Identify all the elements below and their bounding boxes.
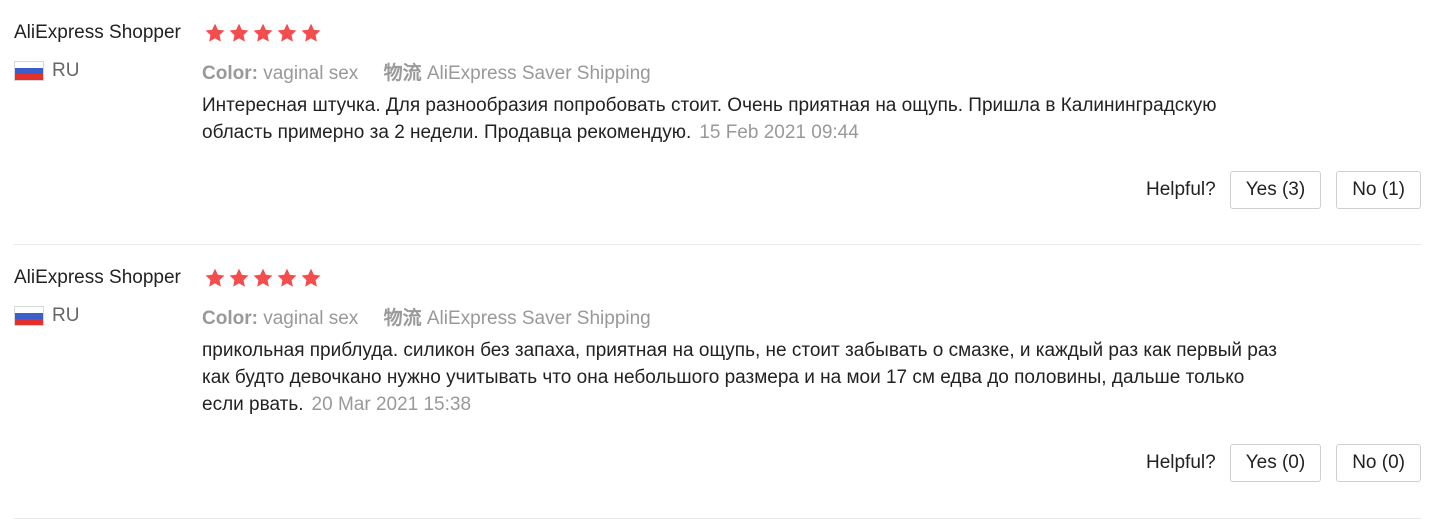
- star-icon: [227, 265, 251, 291]
- star-icon: [203, 20, 227, 46]
- star-icon: [275, 265, 299, 291]
- star-icon: [299, 265, 323, 291]
- color-value: vaginal sex: [263, 308, 359, 329]
- review-item: AliExpress Shopper RU Color: vaginal sex…: [0, 0, 1430, 245]
- star-icon: [251, 20, 275, 46]
- star-icon: [275, 20, 299, 46]
- shipping-label: 物流: [383, 63, 422, 84]
- review-content: прикольная приблуда. силикон без запаха,…: [202, 337, 1282, 418]
- review-date: 15 Feb 2021 09:44: [699, 122, 859, 143]
- star-icon: [299, 20, 323, 46]
- review-content: Интересная штучка. Для разнообразия попр…: [202, 92, 1282, 146]
- helpful-no-button[interactable]: No (1): [1336, 171, 1421, 209]
- shipping-value: AliExpress Saver Shipping: [426, 63, 651, 84]
- helpful-no-button[interactable]: No (0): [1336, 444, 1421, 482]
- star-rating: [203, 265, 323, 291]
- country-code: RU: [52, 305, 80, 326]
- helpful-feedback: Helpful? Yes (3) No (1): [1146, 171, 1421, 209]
- reviewer-country: RU: [14, 305, 79, 327]
- helpful-yes-button[interactable]: Yes (0): [1229, 444, 1322, 482]
- helpful-yes-button[interactable]: Yes (3): [1229, 171, 1322, 209]
- color-label: Color:: [202, 63, 258, 84]
- review-date: 20 Mar 2021 15:38: [311, 394, 472, 415]
- star-icon: [251, 265, 275, 291]
- review-meta: Color: vaginal sex 物流 AliExpress Saver S…: [202, 58, 651, 85]
- shipping-value: AliExpress Saver Shipping: [426, 308, 651, 329]
- review-item: AliExpress Shopper RU Color: vaginal sex…: [0, 245, 1430, 519]
- reviewer-country: RU: [14, 60, 79, 82]
- helpful-label: Helpful?: [1145, 452, 1216, 473]
- color-value: vaginal sex: [263, 63, 359, 84]
- shipping-label: 物流: [383, 308, 422, 329]
- review-meta: Color: vaginal sex 物流 AliExpress Saver S…: [202, 303, 651, 330]
- star-rating: [203, 20, 323, 46]
- country-code: RU: [52, 60, 80, 81]
- color-label: Color:: [202, 308, 258, 329]
- reviewer-name: AliExpress Shopper: [14, 267, 181, 288]
- russia-flag-icon: [14, 61, 44, 81]
- reviewer-name: AliExpress Shopper: [14, 22, 181, 43]
- star-icon: [203, 265, 227, 291]
- russia-flag-icon: [14, 306, 44, 326]
- helpful-feedback: Helpful? Yes (0) No (0): [1146, 444, 1421, 482]
- review-divider: [14, 518, 1422, 519]
- star-icon: [227, 20, 251, 46]
- helpful-label: Helpful?: [1145, 179, 1216, 200]
